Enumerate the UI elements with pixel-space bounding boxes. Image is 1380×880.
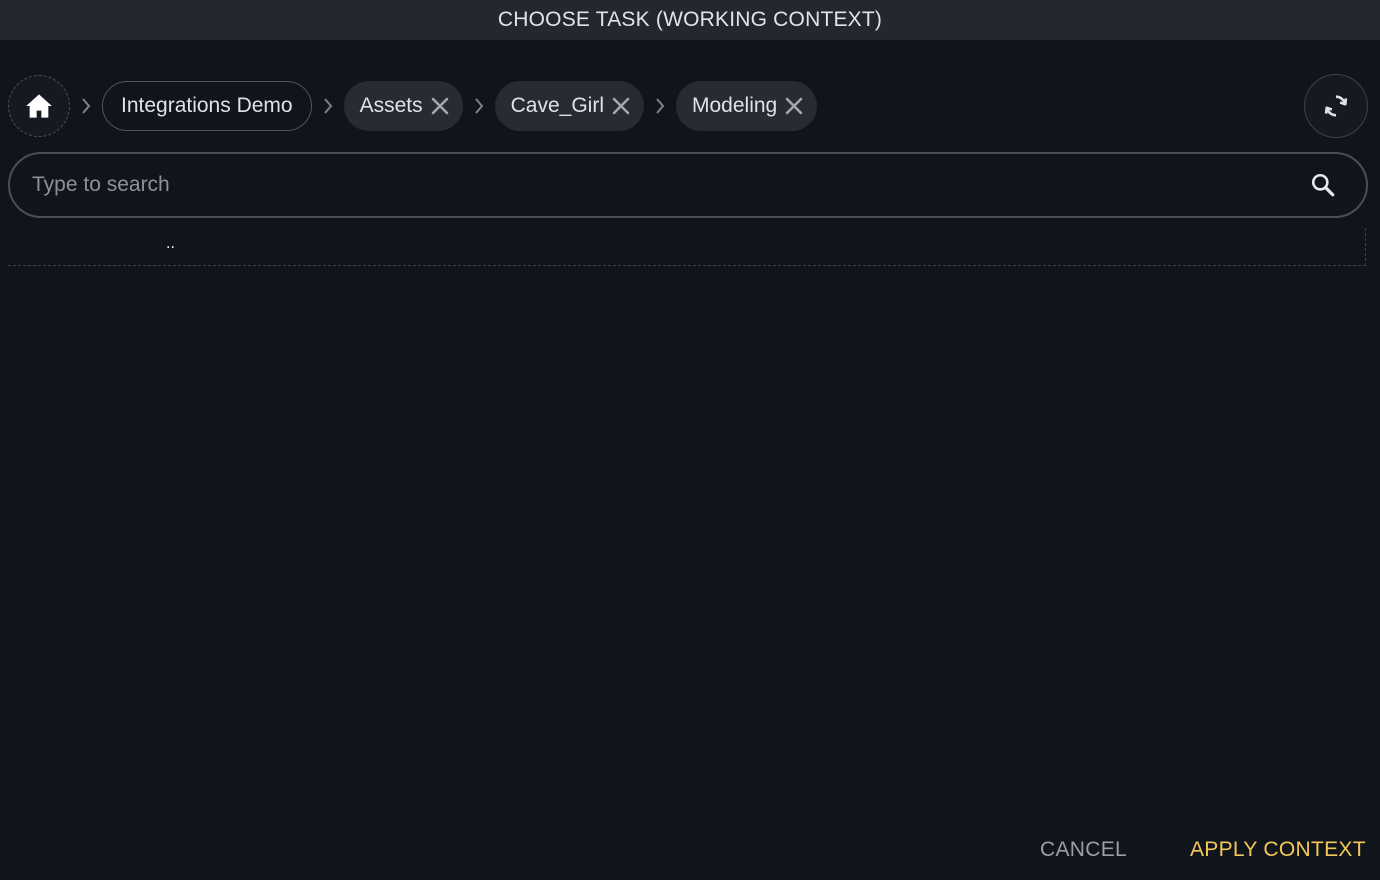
- breadcrumb-item-label: Modeling: [692, 94, 778, 117]
- breadcrumb: Integrations Demo Assets Cave_Girl Model…: [8, 74, 818, 138]
- dialog-title-text: CHOOSE TASK (WORKING CONTEXT): [497, 8, 883, 31]
- remove-cave-girl-button[interactable]: [612, 97, 630, 115]
- breadcrumb-item-cave-girl[interactable]: Cave_Girl: [494, 81, 644, 131]
- search-icon[interactable]: [1310, 172, 1336, 198]
- close-icon: [431, 97, 448, 115]
- apply-context-button[interactable]: APPLY CONTEXT: [1190, 838, 1366, 862]
- search-input[interactable]: [30, 172, 1310, 198]
- search-box: [8, 152, 1368, 218]
- home-icon: [26, 94, 52, 118]
- close-icon: [785, 97, 803, 115]
- refresh-icon: [1324, 95, 1348, 117]
- close-icon: [612, 97, 630, 115]
- chevron-right-icon: [656, 98, 665, 114]
- chevron-right-icon: [474, 98, 483, 114]
- breadcrumb-item-modeling[interactable]: Modeling: [676, 81, 818, 131]
- breadcrumb-item-label: Integrations Demo: [121, 94, 293, 117]
- refresh-button[interactable]: [1304, 74, 1368, 138]
- cancel-button[interactable]: CANCEL: [1040, 838, 1127, 862]
- task-list: ..: [8, 228, 1366, 266]
- breadcrumb-separator: [644, 97, 676, 115]
- list-item-parent[interactable]: ..: [166, 236, 175, 252]
- breadcrumb-item-integrations-demo[interactable]: Integrations Demo: [102, 81, 312, 131]
- breadcrumb-item-label: Assets: [359, 94, 423, 117]
- breadcrumb-separator: [312, 97, 344, 115]
- breadcrumb-separator: [463, 97, 495, 115]
- remove-modeling-button[interactable]: [785, 97, 803, 115]
- dialog-title: CHOOSE TASK (WORKING CONTEXT): [0, 0, 1380, 40]
- chevron-right-icon: [82, 98, 91, 114]
- remove-assets-button[interactable]: [431, 97, 449, 115]
- breadcrumb-item-label: Cave_Girl: [510, 94, 604, 117]
- chevron-right-icon: [323, 98, 332, 114]
- home-button[interactable]: [8, 75, 70, 137]
- breadcrumb-separator: [70, 97, 102, 115]
- breadcrumb-item-assets[interactable]: Assets: [343, 81, 463, 131]
